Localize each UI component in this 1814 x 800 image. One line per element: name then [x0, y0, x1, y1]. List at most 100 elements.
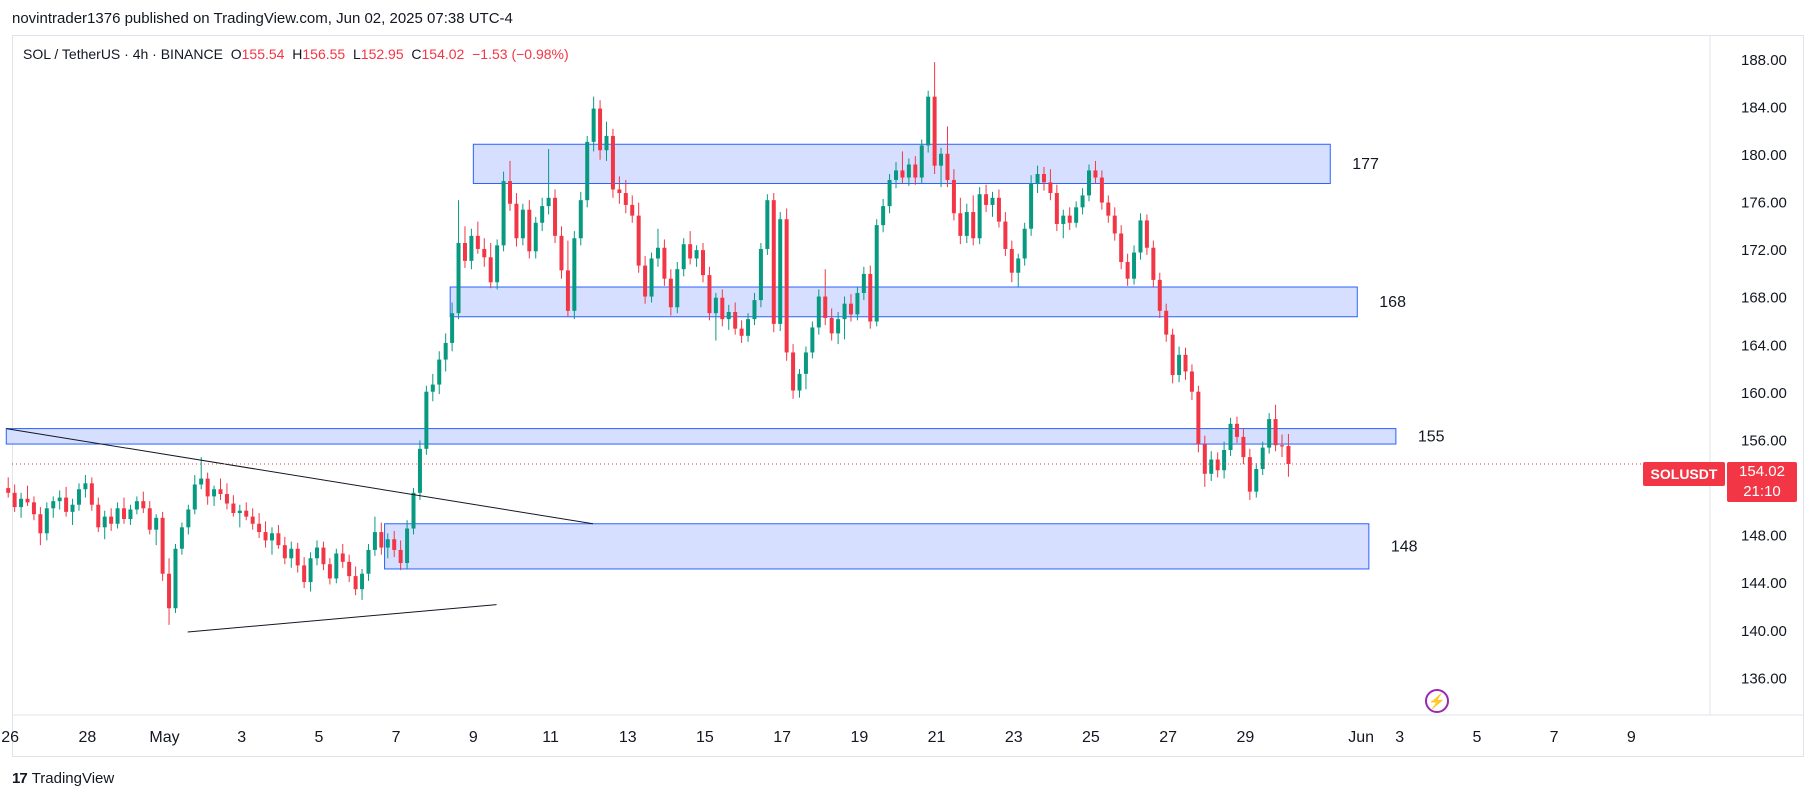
candle-body	[430, 384, 435, 392]
candle-body	[501, 181, 506, 246]
candle-body	[926, 96, 931, 146]
candle-body	[398, 549, 403, 564]
candle-body	[372, 532, 377, 550]
candle-body	[894, 170, 899, 180]
candle-body	[96, 504, 101, 528]
candle-body	[115, 508, 120, 524]
x-tick-label: 17	[773, 729, 791, 746]
x-tick-label: 11	[542, 729, 559, 746]
candle-body	[861, 273, 866, 293]
candle-body	[630, 204, 635, 216]
y-tick-label: 160.00	[1741, 385, 1787, 402]
y-tick-label: 176.00	[1741, 195, 1787, 212]
candle-body	[816, 296, 821, 328]
x-tick-label: 7	[392, 729, 401, 746]
candle-body	[269, 533, 274, 541]
candle-body	[1125, 262, 1130, 279]
candle-body	[1041, 174, 1046, 183]
candle-body	[25, 498, 30, 503]
candle-body	[1267, 419, 1272, 448]
candle-body	[134, 501, 139, 510]
lightning-icon[interactable]: ⚡	[1425, 689, 1449, 713]
y-tick-label: 136.00	[1741, 670, 1787, 687]
trendline-2	[187, 604, 497, 633]
candle-body	[1222, 450, 1227, 471]
candle-body	[713, 297, 718, 314]
candle-body	[31, 502, 36, 515]
candle-body	[456, 243, 461, 314]
candle-body	[508, 181, 513, 204]
candle-body	[475, 235, 480, 249]
candle-body	[1151, 247, 1156, 280]
candle-body	[218, 489, 223, 495]
candle-body	[192, 484, 197, 510]
zone-rect-148	[384, 523, 1370, 570]
candle-body	[1035, 174, 1040, 184]
candle-body	[212, 489, 217, 497]
candle-body	[353, 576, 358, 590]
candle-body	[167, 573, 172, 609]
candle-body	[1138, 220, 1143, 253]
candle-body	[520, 209, 525, 239]
candle-body	[527, 209, 532, 252]
x-tick-label: 27	[1159, 729, 1177, 746]
candle-body	[1087, 170, 1092, 196]
candle-body	[6, 488, 11, 493]
candle-body	[797, 373, 802, 391]
x-tick-label: 3	[237, 729, 246, 746]
candle-body	[1009, 248, 1014, 273]
candle-body	[707, 275, 712, 314]
candle-body	[1189, 371, 1194, 392]
candle-body	[784, 219, 789, 353]
candle-body	[803, 352, 808, 374]
candle-body	[199, 478, 204, 485]
candle-body	[1067, 215, 1072, 223]
candle-body	[1074, 207, 1079, 223]
candle-body	[855, 292, 860, 315]
candle-body	[462, 243, 467, 261]
candle-body	[417, 448, 422, 493]
x-tick-label: 23	[1005, 729, 1023, 746]
candle-body	[810, 327, 815, 353]
candle-body	[38, 514, 43, 534]
x-tick-label: Jun	[1348, 729, 1374, 746]
candle-body	[951, 179, 956, 214]
candle-body	[598, 108, 603, 151]
candle-body	[533, 222, 538, 252]
candle-body	[1093, 170, 1098, 178]
candle-body	[1177, 354, 1182, 376]
candle-body	[964, 212, 969, 236]
candle-body	[1202, 444, 1207, 474]
candle-body	[302, 565, 307, 583]
candle-body	[649, 258, 654, 297]
candle-body	[327, 564, 332, 579]
x-tick-label: 5	[1472, 729, 1481, 746]
candle-body	[559, 235, 564, 271]
candle-body	[701, 250, 706, 276]
candle-body	[765, 200, 770, 249]
candle-body	[379, 532, 384, 548]
candle-body	[308, 558, 313, 583]
x-tick-label: 15	[696, 729, 714, 746]
candle-body	[553, 197, 558, 236]
tradingview-footer[interactable]: 17 TradingView	[12, 770, 114, 787]
candle-body	[282, 545, 287, 559]
candle-body	[643, 265, 648, 297]
candle-body	[488, 257, 493, 283]
candle-body	[990, 197, 995, 205]
candle-body	[778, 219, 783, 324]
x-tick-label: 19	[850, 729, 868, 746]
candle-body	[83, 483, 88, 490]
candle-body	[662, 247, 667, 279]
candle-body	[572, 238, 577, 311]
candle-body	[675, 269, 680, 308]
x-tick-label: 26	[1, 729, 19, 746]
candle-body	[874, 225, 879, 322]
candle-body	[57, 497, 62, 502]
candle-body	[1215, 459, 1220, 471]
candlestick-chart[interactable]: 177168155148188.00184.00180.00176.00172.…	[0, 0, 1814, 800]
candle-body	[1254, 469, 1259, 492]
candle-body	[823, 296, 828, 318]
candle-body	[173, 548, 178, 609]
x-tick-label: 5	[314, 729, 323, 746]
